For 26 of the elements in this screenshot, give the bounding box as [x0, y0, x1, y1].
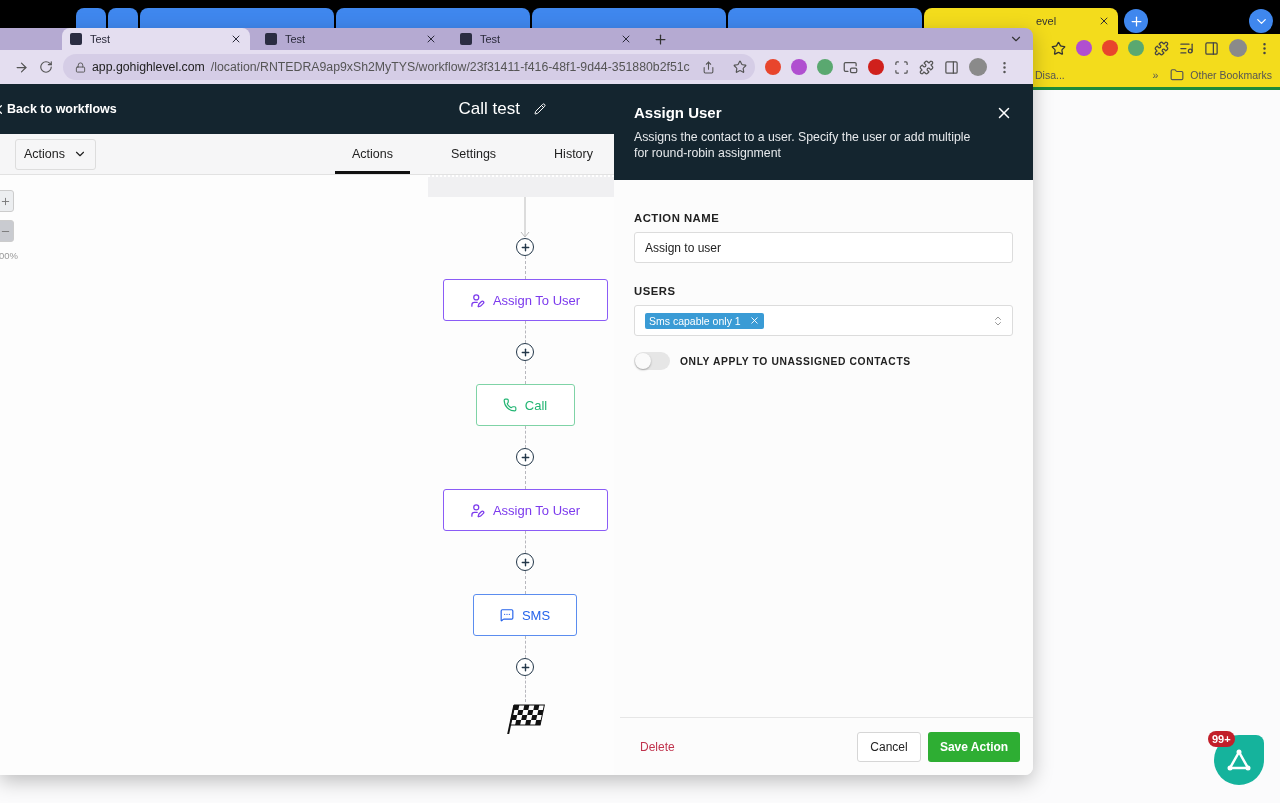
panel-title: Assign User [634, 104, 722, 121]
notification-badge: 99+ [1208, 731, 1235, 747]
toggle-label: ONLY APPLY TO UNASSIGNED CONTACTS [680, 355, 911, 367]
field-label: ACTION NAME [634, 212, 721, 224]
field-label: USERS [634, 285, 677, 297]
input-field[interactable]: Assign to user [634, 232, 1013, 263]
workflow-node[interactable]: Assign To User [442, 279, 608, 321]
actions-dropdown[interactable]: Actions [15, 138, 96, 170]
address-bar[interactable]: app.gohighlevel.com /location/RNTEDRA9ap9xSh2MyTYS/workflow/23f31411-f416-48f1-9d44-351880b2f51c [63, 54, 755, 80]
bookmark-folder[interactable]: Other Bookmarks [1190, 68, 1272, 81]
zoom-level: 00% [0, 250, 18, 261]
browser-tab[interactable]: Test [452, 28, 640, 50]
workflow-node[interactable]: SMS [473, 594, 577, 636]
bookmarks-overflow[interactable]: » [1152, 68, 1159, 81]
cancel-button[interactable]: Cancel [857, 731, 921, 762]
browser-tab[interactable]: Test [62, 28, 250, 50]
browser-tab[interactable]: Test [257, 28, 445, 50]
tab[interactable]: History [537, 134, 610, 174]
workflow-title: Call test [458, 99, 520, 119]
bookmark-link[interactable]: Disa... [1035, 68, 1065, 81]
delete-button[interactable]: Delete [640, 739, 675, 754]
panel-description: Assigns the contact to a user. Specify the user or add multiple for round-robin assignment [634, 129, 972, 161]
user-tag: Sms capable only 1 [645, 312, 764, 329]
back-link[interactable]: Back to workflows [0, 101, 117, 117]
workflow-node[interactable]: Assign To User [442, 489, 608, 531]
tab[interactable]: Settings [433, 134, 514, 174]
